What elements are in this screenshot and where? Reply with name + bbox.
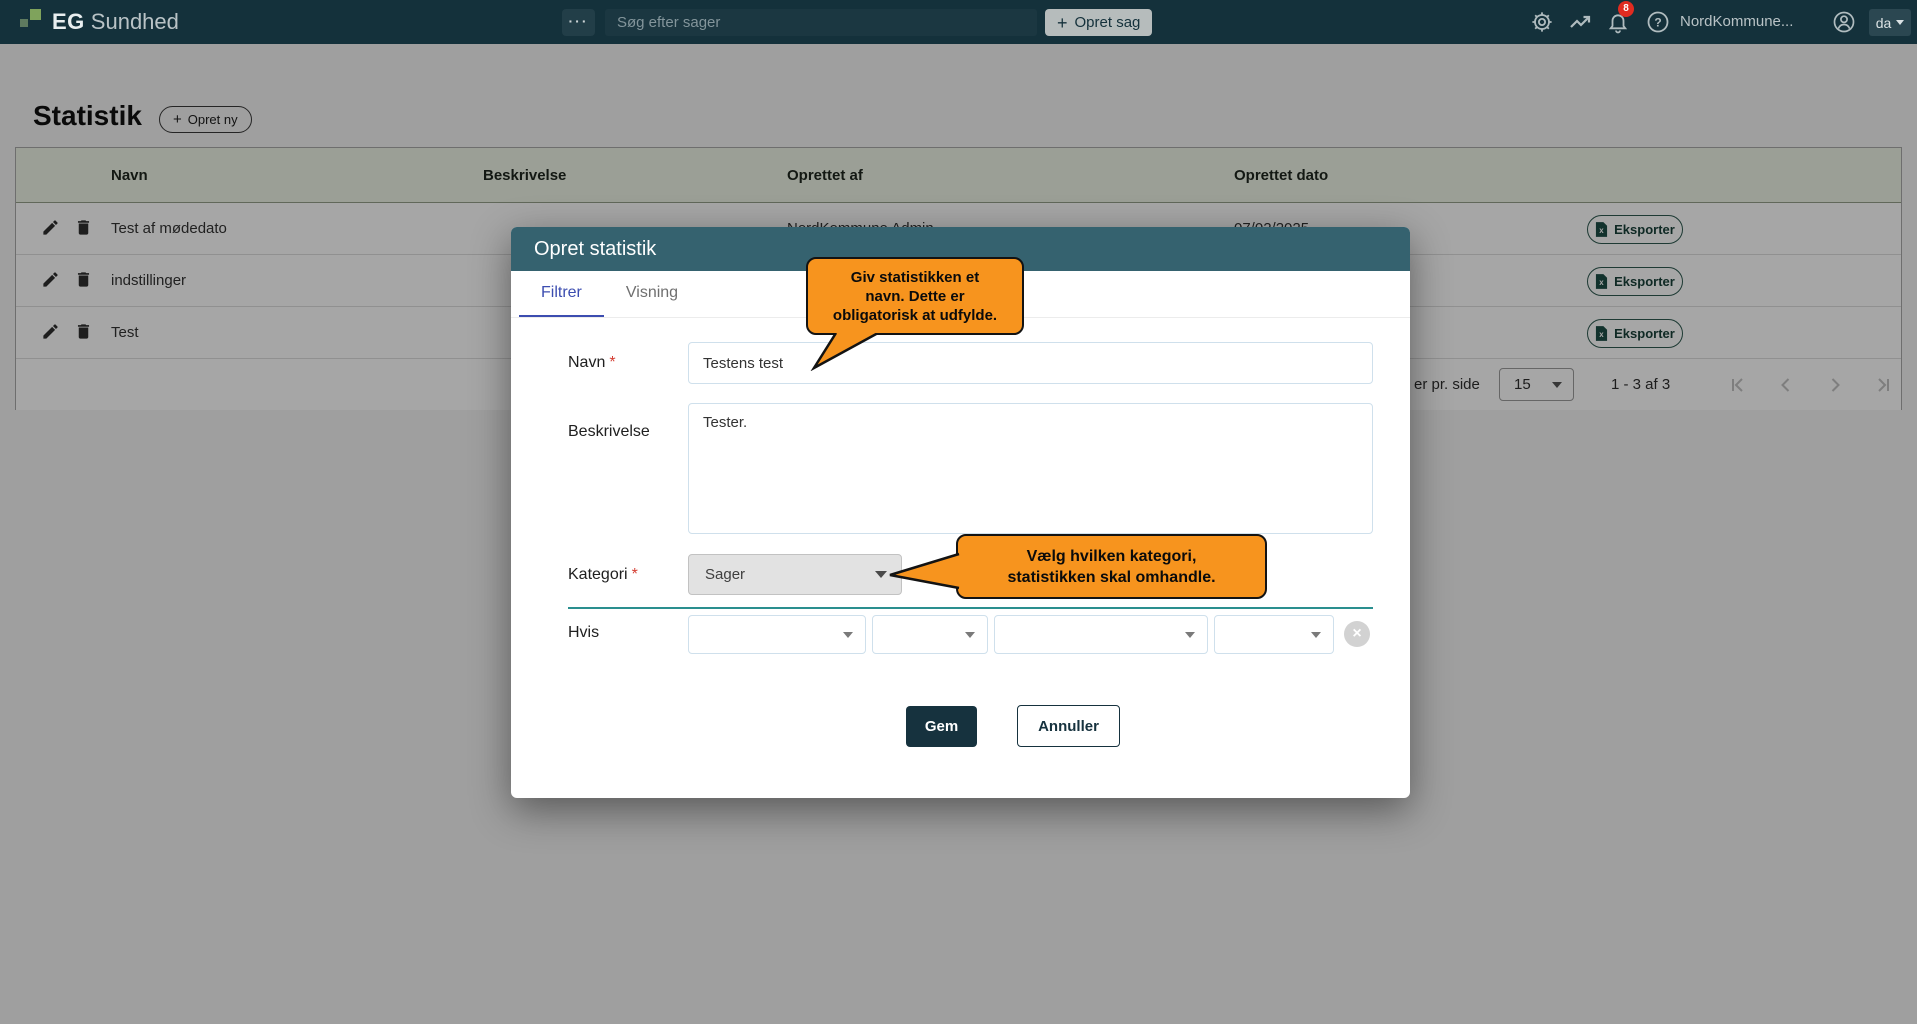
name-hint-tooltip: Giv statistikken et navn. Dette er oblig… (806, 257, 1024, 335)
chevron-down-icon (1311, 632, 1321, 638)
required-asterisk: * (609, 354, 615, 371)
condition-field-label: Hvis (568, 624, 599, 642)
condition-operator-select[interactable] (872, 615, 988, 654)
help-icon[interactable]: ? (1646, 10, 1670, 34)
more-menu-button[interactable]: ··· (562, 9, 595, 36)
chevron-down-icon (1896, 20, 1904, 25)
dialog-tabs: Filtrer Visning (519, 271, 700, 318)
condition-field-select[interactable] (688, 615, 866, 654)
condition-value-select[interactable] (994, 615, 1208, 654)
eg-logo-icon (18, 9, 44, 35)
notification-count-badge: 8 (1618, 1, 1634, 17)
svg-text:?: ? (1654, 16, 1661, 30)
condition-extra-select[interactable] (1214, 615, 1334, 654)
chevron-down-icon (843, 632, 853, 638)
clear-condition-icon[interactable]: × (1344, 621, 1370, 647)
user-profile-icon[interactable] (1832, 10, 1856, 34)
required-asterisk: * (632, 566, 638, 583)
trends-chart-icon[interactable] (1568, 10, 1592, 34)
product-name: Sundhed (91, 9, 179, 35)
settings-gear-icon[interactable] (1530, 10, 1554, 34)
create-case-button[interactable]: + Opret sag (1045, 9, 1152, 36)
category-field-label: Kategori* (568, 566, 638, 584)
tenant-name[interactable]: NordKommune... (1680, 0, 1793, 44)
tooltip-tail-left (884, 551, 960, 591)
name-input[interactable] (688, 342, 1373, 384)
tab-visning[interactable]: Visning (604, 271, 700, 318)
description-field-label: Beskrivelse (568, 423, 650, 441)
search-input[interactable] (605, 9, 1037, 36)
section-divider (568, 607, 1373, 609)
plus-icon: + (1057, 14, 1068, 32)
description-textarea[interactable]: Tester. (688, 403, 1373, 534)
save-button[interactable]: Gem (906, 706, 977, 747)
cancel-button[interactable]: Annuller (1017, 705, 1120, 747)
top-navigation-bar: EG Sundhed ··· + Opret sag 8 (0, 0, 1917, 44)
app-logo: EG Sundhed (18, 0, 179, 44)
name-field-label: Navn* (568, 354, 616, 372)
category-hint-tooltip: Vælg hvilken kategori, statistikken skal… (956, 534, 1267, 599)
brand-name: EG (52, 9, 85, 35)
chevron-down-icon (965, 632, 975, 638)
language-selector[interactable]: da (1869, 9, 1911, 36)
chevron-down-icon (1185, 632, 1195, 638)
tab-filtrer[interactable]: Filtrer (519, 271, 604, 318)
category-select[interactable]: Sager (688, 554, 902, 595)
tooltip-tail-down (806, 333, 882, 371)
